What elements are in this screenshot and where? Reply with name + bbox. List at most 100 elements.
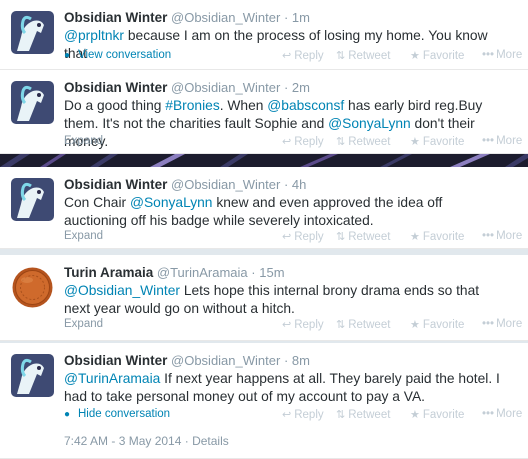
separator: ·	[283, 80, 289, 95]
avatar-obsidian-winter[interactable]	[11, 81, 54, 124]
more-icon: •••	[482, 49, 495, 61]
footer-label: Hide conversation	[78, 408, 171, 420]
retweet-label: Retweet	[348, 136, 391, 148]
separator: ·	[283, 177, 289, 192]
more-icon: •••	[482, 408, 495, 420]
retweet-icon: ⇅	[336, 409, 346, 421]
tweet-text: @Obsidian_Winter Lets hope this internal…	[64, 282, 504, 318]
avatar-turin-aramaia[interactable]	[11, 266, 54, 309]
author-name[interactable]: Obsidian Winter	[64, 353, 167, 368]
expand-link[interactable]: Expand	[64, 135, 103, 147]
reply-button[interactable]: ↩ Reply	[282, 49, 324, 62]
mention-link[interactable]: @SonyaLynn	[328, 116, 411, 131]
text-segment: Do a good thing	[64, 98, 166, 113]
more-button[interactable]: ••• More	[482, 408, 522, 420]
reply-label: Reply	[294, 50, 324, 62]
favorite-label: Favorite	[422, 231, 465, 243]
more-label: More	[496, 49, 523, 61]
view-conversation-link[interactable]: ● View conversation	[64, 49, 171, 61]
retweet-icon: ⇅	[336, 231, 346, 243]
more-label: More	[496, 135, 523, 147]
more-button[interactable]: ••• More	[482, 135, 522, 147]
more-icon: •••	[482, 230, 495, 242]
author-name[interactable]: Obsidian Winter	[64, 10, 167, 25]
tweet-1[interactable]: Obsidian Winter @Obsidian_Winter · 1m @p…	[0, 0, 528, 70]
favorite-button[interactable]: ★ Favorite	[410, 135, 464, 148]
tweet-actions: ● Hide conversation ↩ Reply ⇅ Retweet ★ Favo…	[64, 408, 524, 424]
mention-link[interactable]: @babsconsf	[267, 98, 344, 113]
mention-link[interactable]: @TurinAramaia	[64, 371, 160, 386]
reply-label: Reply	[294, 136, 324, 148]
avatar-obsidian-winter[interactable]	[11, 354, 54, 397]
timestamp[interactable]: 1m	[292, 10, 310, 25]
retweet-button[interactable]: ⇅ Retweet	[336, 135, 390, 148]
conversation-icon: ●	[64, 50, 71, 61]
reply-button[interactable]: ↩ Reply	[282, 135, 324, 148]
author-handle[interactable]: @Obsidian_Winter	[171, 10, 280, 25]
author-handle[interactable]: @Obsidian_Winter	[171, 177, 280, 192]
more-label: More	[496, 318, 523, 330]
retweet-label: Retweet	[348, 409, 391, 421]
reply-button[interactable]: ↩ Reply	[282, 318, 324, 331]
more-button[interactable]: ••• More	[482, 49, 522, 61]
tweet-header: Obsidian Winter @Obsidian_Winter · 4h	[64, 177, 306, 192]
text-segment: Con Chair	[64, 195, 130, 210]
author-name[interactable]: Obsidian Winter	[64, 80, 167, 95]
retweet-icon: ⇅	[336, 319, 346, 331]
tweet-actions: Expand ↩ Reply ⇅ Retweet ★ Favorite ••• More	[64, 230, 524, 246]
text-segment: . When	[219, 98, 268, 113]
tweet-4[interactable]: Turin Aramaia @TurinAramaia · 15m @Obsid…	[0, 255, 528, 341]
mention-link[interactable]: @prpltnkr	[64, 28, 124, 43]
separator: ·	[283, 353, 289, 368]
mention-link[interactable]: @SonyaLynn	[130, 195, 213, 210]
avatar-obsidian-winter[interactable]	[11, 178, 54, 221]
reply-button[interactable]: ↩ Reply	[282, 408, 324, 421]
tweet-header: Obsidian Winter @Obsidian_Winter · 2m	[64, 80, 310, 95]
retweet-button[interactable]: ⇅ Retweet	[336, 318, 390, 331]
reply-button[interactable]: ↩ Reply	[282, 230, 324, 243]
tweet-header: Obsidian Winter @Obsidian_Winter · 8m	[64, 353, 310, 368]
tweet-details-link[interactable]: 7:42 AM - 3 May 2014 · Details	[64, 434, 229, 448]
more-button[interactable]: ••• More	[482, 230, 522, 242]
retweet-icon: ⇅	[336, 136, 346, 148]
favorite-button[interactable]: ★ Favorite	[410, 49, 464, 62]
hide-conversation-link[interactable]: ● Hide conversation	[64, 408, 170, 420]
tweet-text: @TurinAramaia If next year happens at al…	[64, 370, 504, 406]
more-icon: •••	[482, 318, 495, 330]
reply-label: Reply	[294, 409, 324, 421]
favorite-button[interactable]: ★ Favorite	[410, 318, 464, 331]
favorite-button[interactable]: ★ Favorite	[410, 408, 464, 421]
retweet-button[interactable]: ⇅ Retweet	[336, 408, 390, 421]
star-icon: ★	[410, 50, 420, 62]
author-name[interactable]: Obsidian Winter	[64, 177, 167, 192]
expand-link[interactable]: Expand	[64, 230, 103, 242]
star-icon: ★	[410, 231, 420, 243]
background-pattern	[0, 154, 528, 167]
tweet-text: Con Chair @SonyaLynn knew and even appro…	[64, 194, 504, 230]
mention-link[interactable]: @Obsidian_Winter	[64, 283, 180, 298]
timestamp[interactable]: 15m	[259, 265, 284, 280]
favorite-button[interactable]: ★ Favorite	[410, 230, 464, 243]
author-handle[interactable]: @TurinAramaia	[157, 265, 248, 280]
retweet-button[interactable]: ⇅ Retweet	[336, 230, 390, 243]
tweet-3[interactable]: Obsidian Winter @Obsidian_Winter · 4h Co…	[0, 167, 528, 249]
reply-icon: ↩	[282, 50, 292, 62]
footer-label: View conversation	[78, 49, 172, 61]
hashtag-link[interactable]: #Bronies	[165, 98, 219, 113]
avatar-obsidian-winter[interactable]	[11, 11, 54, 54]
retweet-button[interactable]: ⇅ Retweet	[336, 49, 390, 62]
timestamp[interactable]: 8m	[292, 353, 310, 368]
timestamp[interactable]: 2m	[292, 80, 310, 95]
favorite-label: Favorite	[422, 50, 465, 62]
author-name[interactable]: Turin Aramaia	[64, 265, 153, 280]
retweet-label: Retweet	[348, 319, 391, 331]
tweet-2[interactable]: Obsidian Winter @Obsidian_Winter · 2m Do…	[0, 70, 528, 154]
tweet-header: Turin Aramaia @TurinAramaia · 15m	[64, 265, 285, 280]
more-button[interactable]: ••• More	[482, 318, 522, 330]
expand-link[interactable]: Expand	[64, 318, 103, 330]
separator: ·	[251, 265, 256, 280]
author-handle[interactable]: @Obsidian_Winter	[171, 80, 280, 95]
author-handle[interactable]: @Obsidian_Winter	[171, 353, 280, 368]
reply-icon: ↩	[282, 231, 292, 243]
timestamp[interactable]: 4h	[292, 177, 306, 192]
